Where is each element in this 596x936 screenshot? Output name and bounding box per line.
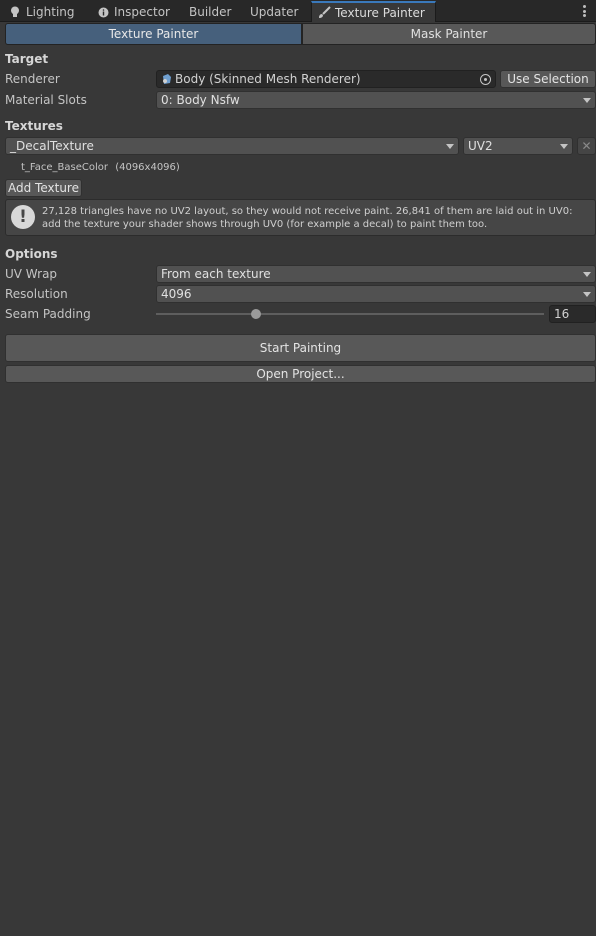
target-section-header: Target xyxy=(5,52,49,66)
skinned-mesh-icon xyxy=(161,73,173,85)
open-project-button[interactable]: Open Project... xyxy=(5,365,596,383)
chevron-down-icon xyxy=(583,98,591,103)
uv-warning-helpbox: ! 27,128 triangles have no UV2 layout, s… xyxy=(5,199,596,236)
chevron-down-icon xyxy=(583,272,591,277)
tab-label: Texture Painter xyxy=(335,5,425,20)
brush-icon xyxy=(317,6,331,20)
uv-wrap-label: UV Wrap xyxy=(5,267,58,281)
tab-lighting[interactable]: Lighting xyxy=(8,2,75,22)
material-slots-value: 0: Body Nsfw xyxy=(161,93,240,107)
close-icon: ✕ xyxy=(581,139,592,153)
material-slots-dropdown[interactable]: 0: Body Nsfw xyxy=(156,91,596,109)
tab-label: Updater xyxy=(250,5,299,19)
options-section-header: Options xyxy=(5,247,58,261)
texture-size: (4096x4096) xyxy=(115,162,180,173)
texture-property-value: _DecalTexture xyxy=(10,139,94,153)
seam-padding-slider[interactable] xyxy=(156,306,544,322)
resolution-dropdown[interactable]: 4096 xyxy=(156,285,596,303)
tab-menu-icon[interactable] xyxy=(578,5,590,17)
texture-property-dropdown[interactable]: _DecalTexture xyxy=(5,137,459,155)
uv-wrap-value: From each texture xyxy=(161,267,271,281)
uv-wrap-dropdown[interactable]: From each texture xyxy=(156,265,596,283)
warning-icon: ! xyxy=(11,205,35,229)
info-icon xyxy=(96,5,110,19)
material-slots-label: Material Slots xyxy=(5,93,87,107)
renderer-label: Renderer xyxy=(5,72,60,86)
seam-padding-input[interactable]: 16 xyxy=(549,305,596,323)
tab-updater[interactable]: Updater xyxy=(250,2,298,22)
renderer-value: Body (Skinned Mesh Renderer) xyxy=(175,72,361,86)
texture-entry: t_Face_BaseColor (4096x4096) xyxy=(21,162,180,173)
uv-channel-dropdown[interactable]: UV2 xyxy=(463,137,573,155)
start-painting-button[interactable]: Start Painting xyxy=(5,334,596,362)
renderer-object-field[interactable]: Body (Skinned Mesh Renderer) xyxy=(156,70,496,88)
use-selection-button[interactable]: Use Selection xyxy=(500,70,596,88)
chevron-down-icon xyxy=(583,292,591,297)
warning-message: 27,128 triangles have no UV2 layout, so … xyxy=(42,206,573,230)
texture-name: t_Face_BaseColor xyxy=(21,162,108,173)
resolution-label: Resolution xyxy=(5,287,68,301)
uv-channel-value: UV2 xyxy=(468,139,493,153)
slider-track xyxy=(156,313,544,315)
chevron-down-icon xyxy=(446,144,454,149)
mask-painter-mode-button[interactable]: Mask Painter xyxy=(302,23,596,45)
tab-label: Lighting xyxy=(26,5,75,19)
add-texture-button[interactable]: Add Texture xyxy=(5,179,82,197)
tab-texture-painter[interactable]: Texture Painter xyxy=(311,1,436,22)
tab-label: Inspector xyxy=(114,5,170,19)
editor-tab-bar: Lighting Inspector Builder Updater Textu… xyxy=(0,0,596,22)
remove-texture-button[interactable]: ✕ xyxy=(577,137,596,155)
texture-painter-mode-button[interactable]: Texture Painter xyxy=(5,23,302,45)
object-picker-icon[interactable] xyxy=(480,74,491,85)
seam-padding-label: Seam Padding xyxy=(5,307,91,321)
chevron-down-icon xyxy=(560,144,568,149)
tab-label: Builder xyxy=(189,5,232,19)
resolution-value: 4096 xyxy=(161,287,192,301)
lightbulb-icon xyxy=(8,5,22,19)
tab-builder[interactable]: Builder xyxy=(189,2,231,22)
slider-thumb[interactable] xyxy=(251,309,261,319)
textures-section-header: Textures xyxy=(5,119,63,133)
tab-inspector[interactable]: Inspector xyxy=(96,2,170,22)
